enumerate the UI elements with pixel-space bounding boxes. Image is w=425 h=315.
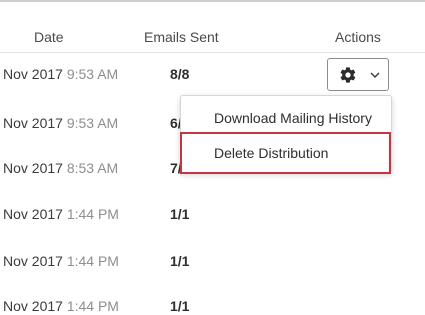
- row-time-text: 1:44 PM: [66, 298, 119, 314]
- row-emails-sent: 1/1: [170, 206, 190, 222]
- row-date-text: Nov 2017: [3, 206, 63, 222]
- row-date-text: Nov 2017: [3, 115, 63, 131]
- row-date: Nov 2017 9:53 AM: [3, 115, 118, 131]
- row-date: Nov 2017 1:44 PM: [3, 253, 119, 269]
- menu-item-delete-distribution[interactable]: Delete Distribution: [181, 136, 391, 169]
- row-time-text: 1:44 PM: [66, 206, 119, 222]
- row-time-text: 9:53 AM: [66, 66, 119, 82]
- row-date: Nov 2017 1:44 PM: [3, 206, 119, 222]
- row-date-text: Nov 2017: [3, 253, 63, 269]
- chevron-down-icon: [370, 72, 380, 78]
- menu-item-label: Download Mailing History: [214, 110, 372, 126]
- table-row: Nov 2017 1:44 PM 1/1: [0, 206, 425, 226]
- row-time-text: 9:53 AM: [66, 115, 119, 131]
- row-emails-sent: 8/8: [170, 66, 190, 82]
- actions-dropdown-button[interactable]: [327, 58, 389, 91]
- column-header-date[interactable]: Date: [34, 29, 64, 45]
- row-emails-sent: 1/1: [170, 253, 190, 269]
- row-time-text: 1:44 PM: [66, 253, 119, 269]
- column-header-actions: Actions: [335, 29, 381, 45]
- row-date: Nov 2017 8:53 AM: [3, 160, 118, 176]
- distribution-history-table: Date Emails Sent Actions Nov 2017 9:53 A…: [0, 0, 425, 315]
- actions-menu: Download Mailing History Delete Distribu…: [180, 95, 392, 173]
- row-time-text: 8:53 AM: [66, 160, 119, 176]
- row-date-text: Nov 2017: [3, 66, 63, 82]
- gear-icon: [340, 67, 356, 83]
- row-date-text: Nov 2017: [3, 298, 63, 314]
- table-header: Date Emails Sent Actions: [0, 0, 425, 53]
- row-emails-sent: 1/1: [170, 298, 190, 314]
- row-date-text: Nov 2017: [3, 160, 63, 176]
- table-row: Nov 2017 1:44 PM 1/1: [0, 298, 425, 315]
- menu-item-download-mailing-history[interactable]: Download Mailing History: [181, 101, 391, 134]
- column-header-emails-sent[interactable]: Emails Sent: [144, 29, 219, 45]
- table-row: Nov 2017 1:44 PM 1/1: [0, 253, 425, 273]
- row-date: Nov 2017 1:44 PM: [3, 298, 119, 314]
- menu-item-label: Delete Distribution: [214, 145, 329, 161]
- row-date: Nov 2017 9:53 AM: [3, 66, 118, 82]
